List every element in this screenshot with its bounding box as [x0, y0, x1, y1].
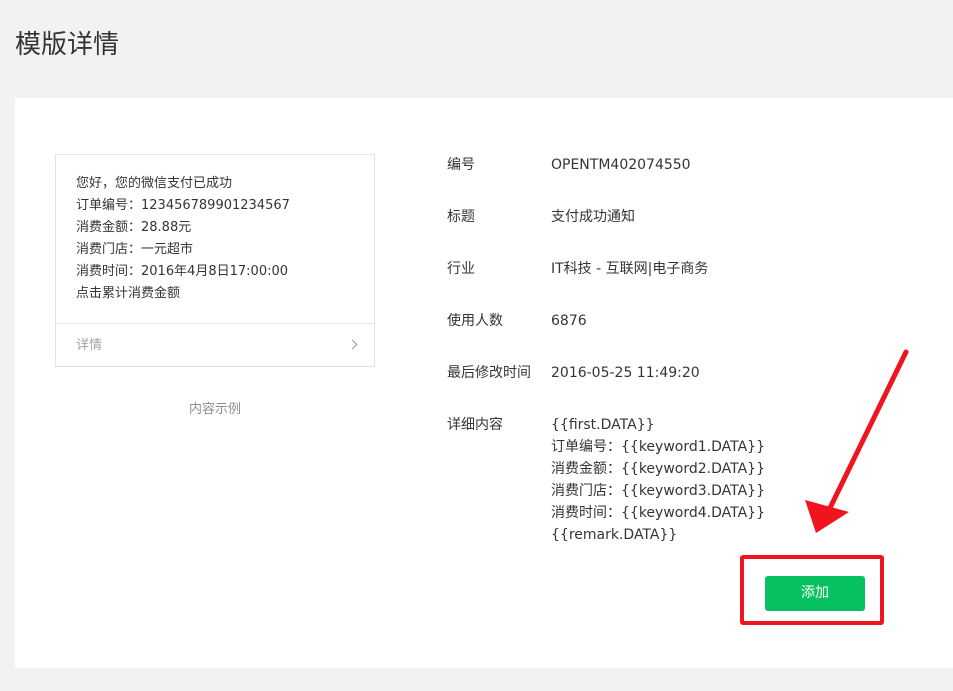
preview-line: 消费时间：2016年4月8日17:00:00	[76, 264, 289, 279]
info-label-title: 标题	[447, 209, 475, 225]
content-line: 订单编号：{{keyword1.DATA}}	[551, 439, 765, 455]
info-value-modified: 2016-05-25 11:49:20	[551, 365, 700, 381]
content-line: 消费金额：{{keyword2.DATA}}	[551, 461, 765, 477]
content-line: 消费门店：{{keyword3.DATA}}	[551, 483, 765, 499]
preview-message-lines: 您好，您的微信支付已成功 订单编号：123456789901234567 消费金…	[76, 173, 364, 305]
info-label-users: 使用人数	[447, 313, 503, 329]
preview-line: 您好，您的微信支付已成功	[76, 176, 233, 191]
info-label-id: 编号	[447, 157, 475, 173]
info-value-id: OPENTM402074550	[551, 157, 691, 173]
content-line: {{first.DATA}}	[551, 417, 655, 433]
info-value-content: {{first.DATA}} 订单编号：{{keyword1.DATA}} 消费…	[551, 414, 765, 546]
info-label-content: 详细内容	[447, 417, 503, 433]
template-preview: 您好，您的微信支付已成功 订单编号：123456789901234567 消费金…	[55, 154, 375, 367]
preview-caption: 内容示例	[188, 402, 241, 417]
info-value-industry: IT科技 - 互联网|电子商务	[551, 261, 709, 277]
preview-line: 消费门店：一元超市	[76, 242, 194, 257]
info-value-users: 6876	[551, 313, 587, 329]
page-title: 模版详情	[15, 30, 120, 60]
preview-line: 订单编号：123456789901234567	[76, 198, 290, 213]
template-detail-card: 您好，您的微信支付已成功 订单编号：123456789901234567 消费金…	[15, 98, 953, 668]
info-label-industry: 行业	[447, 261, 475, 277]
preview-line: 消费金额：28.88元	[76, 220, 192, 235]
preview-line: 点击累计消费金额	[76, 286, 181, 301]
chevron-right-icon	[347, 339, 358, 350]
preview-detail-link[interactable]: 详情	[56, 324, 374, 367]
content-line: 消费时间：{{keyword4.DATA}}	[551, 505, 765, 521]
add-template-button[interactable]: 添加	[765, 576, 865, 611]
info-value-title: 支付成功通知	[551, 209, 635, 225]
info-label-modified: 最后修改时间	[447, 365, 531, 381]
content-line: {{remark.DATA}}	[551, 527, 678, 543]
preview-detail-label: 详情	[76, 338, 103, 353]
